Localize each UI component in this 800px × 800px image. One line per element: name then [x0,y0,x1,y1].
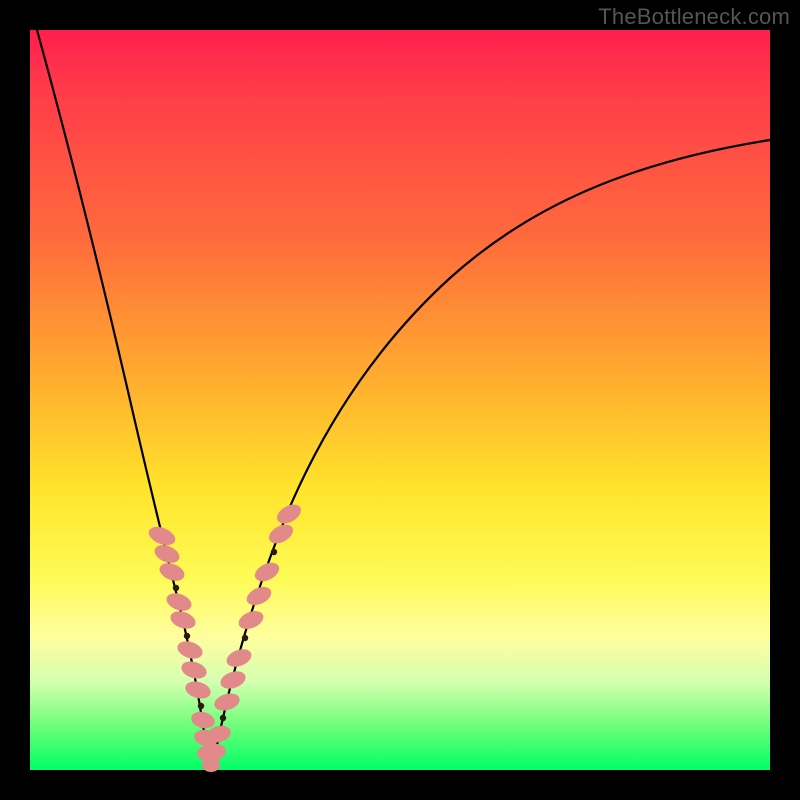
beads-right [203,501,305,763]
beads-left [146,523,220,763]
chart-frame: TheBottleneck.com [0,0,800,800]
curve-right-arm [212,140,770,768]
curve-layer [30,30,770,770]
plot-area [30,30,770,770]
curve-left-arm [37,30,209,768]
watermark-text: TheBottleneck.com [598,4,790,30]
bead-bottom [202,758,220,772]
